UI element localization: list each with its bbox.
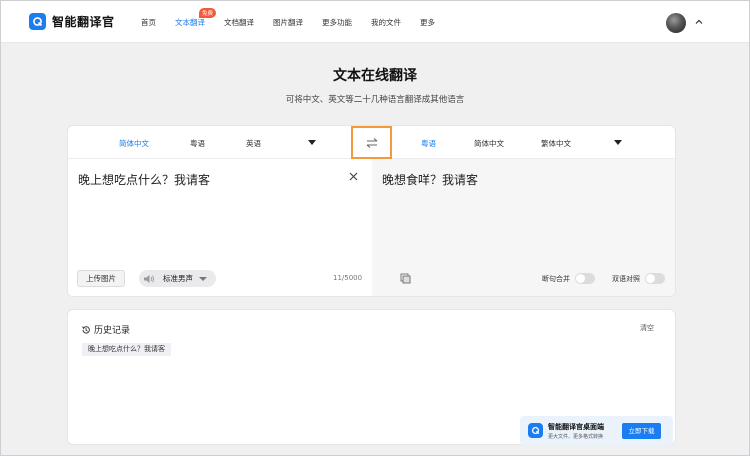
sentence-merge-toggle-group: 断句合并 [542, 273, 595, 284]
chevron-up-icon[interactable] [694, 17, 704, 27]
nav-my-files[interactable]: 我的文件 [371, 17, 401, 28]
bilingual-label: 双语对照 [612, 274, 640, 283]
main-nav: 首页 文本翻译 免费 文档翻译 图片翻译 更多功能 我的文件 更多 [141, 8, 454, 28]
promo-title: 智能翻译官桌面端 [548, 422, 604, 431]
target-lang-simplified-chinese[interactable]: 简体中文 [474, 138, 504, 149]
voice-select[interactable]: 标准男声 [139, 270, 216, 287]
copy-icon[interactable] [400, 273, 411, 284]
page-title: 文本在线翻译 [333, 68, 417, 84]
promo-text: 智能翻译官桌面端 更大文件、更多格式转换 [548, 422, 604, 440]
target-pane: 晚想食咩？我请客 断句合并 双语对照 [372, 159, 675, 296]
clear-history-button[interactable]: 清空 [640, 323, 654, 333]
source-lang-simplified-chinese[interactable]: 简体中文 [119, 138, 149, 149]
free-badge: 免费 [199, 8, 217, 18]
brand-name: 智能翻译官 [52, 15, 115, 29]
chevron-down-icon [199, 276, 207, 281]
swap-icon [366, 137, 377, 148]
target-lang-cantonese[interactable]: 粤语 [421, 138, 436, 149]
logo-icon [29, 13, 46, 30]
target-text-output: 晚想食咩？我请客 [382, 173, 479, 187]
bilingual-toggle[interactable] [645, 273, 665, 284]
target-lang-dropdown-icon[interactable] [614, 140, 622, 145]
download-now-button[interactable]: 立即下载 [622, 423, 661, 439]
nav-home[interactable]: 首页 [141, 17, 156, 28]
nav-more-features[interactable]: 更多功能 [322, 17, 352, 28]
history-item[interactable]: 晚上想吃点什么？我请客 [82, 343, 171, 356]
logo[interactable]: 智能翻译官 [29, 13, 115, 30]
source-pane: 晚上想吃点什么？我请客 上传图片 标准男声 11/5000 [68, 159, 372, 296]
source-text-input[interactable]: 晚上想吃点什么？我请客 [78, 171, 210, 188]
desktop-app-promo: 智能翻译官桌面端 更大文件、更多格式转换 立即下载 [520, 416, 673, 445]
promo-subtitle: 更大文件、更多格式转换 [548, 433, 604, 440]
nav-document-translate[interactable]: 文档翻译 [224, 17, 254, 28]
upload-image-button[interactable]: 上传图片 [77, 270, 125, 287]
voice-label: 标准男声 [163, 274, 193, 283]
page-subtitle: 可将中文、英文等二十几种语言翻译成其他语言 [285, 95, 465, 105]
nav-image-translate[interactable]: 图片翻译 [273, 17, 303, 28]
history-icon [82, 325, 90, 334]
sentence-merge-label: 断句合并 [542, 274, 570, 283]
language-bar: 简体中文 粤语 英语 粤语 简体中文 繁体中文 [68, 126, 675, 159]
history-panel: 历史记录 清空 晚上想吃点什么？我请客 智能翻译官桌面端 更大文件、更多格式转换… [67, 309, 676, 445]
top-bar: 智能翻译官 首页 文本翻译 免费 文档翻译 图片翻译 更多功能 我的文件 更多 [1, 1, 749, 43]
swap-languages-button[interactable] [351, 126, 392, 159]
nav-text-translate-label: 文本翻译 [175, 18, 205, 27]
app-logo-icon [528, 423, 543, 438]
history-title: 历史记录 [94, 326, 131, 336]
sentence-merge-toggle[interactable] [575, 273, 595, 284]
source-lang-english[interactable]: 英语 [246, 138, 261, 149]
translator-card: 简体中文 粤语 英语 粤语 简体中文 繁体中文 晚上想吃点什么？我请客 上传图片… [67, 125, 676, 297]
source-lang-cantonese[interactable]: 粤语 [190, 138, 205, 149]
history-header: 历史记录 [81, 323, 130, 336]
speaker-icon[interactable] [143, 274, 155, 284]
nav-more[interactable]: 更多 [420, 17, 435, 28]
source-lang-dropdown-icon[interactable] [308, 140, 316, 145]
close-icon[interactable] [348, 171, 359, 182]
nav-text-translate[interactable]: 文本翻译 免费 [175, 8, 217, 28]
avatar[interactable] [666, 13, 686, 33]
bilingual-toggle-group: 双语对照 [612, 273, 665, 284]
character-count: 11/5000 [333, 274, 363, 282]
target-lang-traditional-chinese[interactable]: 繁体中文 [541, 138, 571, 149]
